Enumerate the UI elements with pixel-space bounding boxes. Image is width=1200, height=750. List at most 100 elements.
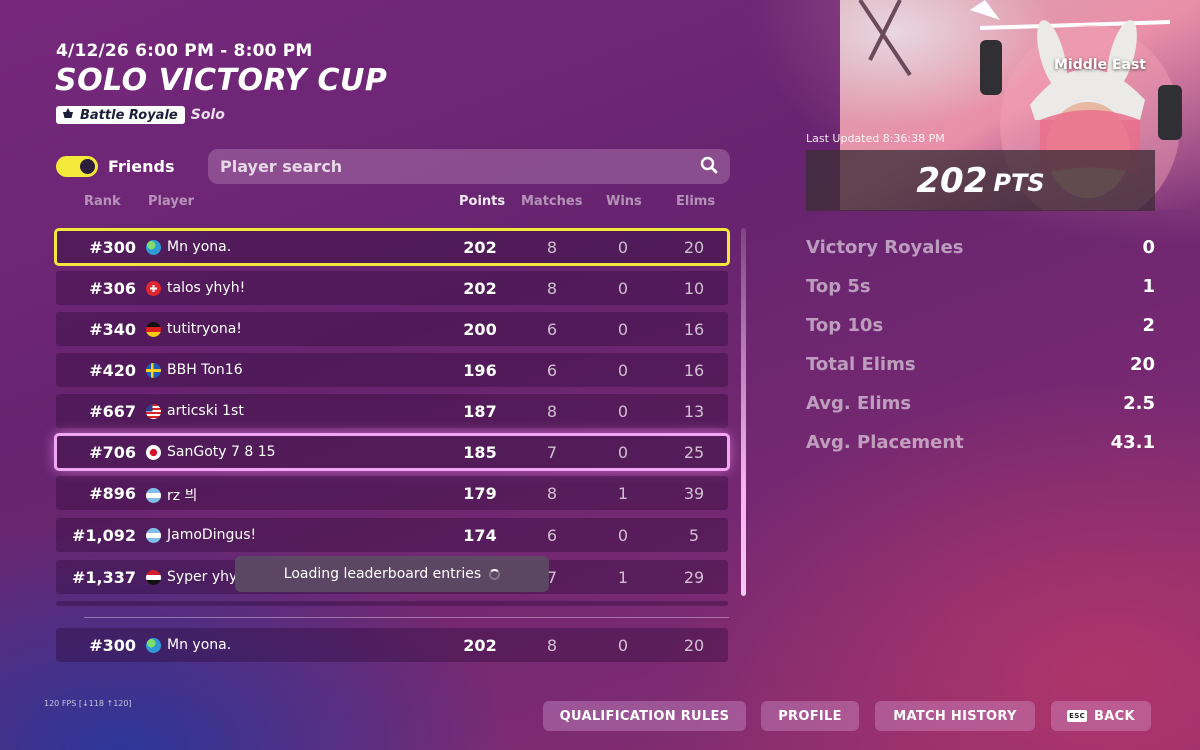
leaderboard-row[interactable]: #306 talos yhyh! 202 8 0 10	[56, 271, 728, 305]
row-points: 202	[463, 279, 497, 298]
egypt-flag-icon	[146, 569, 161, 585]
row-points: 187	[463, 402, 497, 421]
row-elims: 39	[683, 484, 705, 503]
row-matches: 8	[546, 402, 558, 421]
row-player: JamoDingus!	[146, 527, 256, 543]
sweden-flag-icon	[146, 362, 161, 378]
row-points: 202	[463, 636, 497, 655]
row-player: tutitryona!	[146, 321, 242, 337]
back-button-label: BACK	[1094, 708, 1135, 724]
stat-label: Top 10s	[806, 315, 884, 336]
row-player-name: rz 븨	[167, 488, 198, 504]
row-player-name: Mn yona.	[167, 637, 232, 653]
col-wins: Wins	[606, 194, 642, 209]
leaderboard-row[interactable]: #1,092 JamoDingus! 174 6 0 5	[56, 518, 728, 552]
stat-label: Victory Royales	[806, 237, 964, 258]
stat-label: Avg. Elims	[806, 393, 912, 414]
search-icon[interactable]	[700, 156, 718, 178]
stat-value: 2	[1142, 315, 1155, 336]
fps-counter: 120 FPS [↓118 ↑120]	[44, 699, 132, 708]
leaderboard-row[interactable]: #300 Mn yona. 202 8 0 20	[54, 228, 730, 266]
mode-badge-label: Battle Royale	[80, 107, 178, 123]
stat-value: 0	[1142, 237, 1155, 258]
row-rank: #306	[89, 279, 136, 298]
mode-sub-label: Solo	[190, 107, 225, 123]
row-rank: #706	[89, 443, 136, 462]
row-player: BBH Ton16	[146, 362, 243, 378]
row-rank: #1,337	[71, 568, 136, 587]
row-elims: 5	[688, 526, 700, 545]
stat-row: Avg. Elims 2.5	[806, 393, 1155, 432]
row-wins: 0	[617, 636, 629, 655]
col-points: Points	[459, 194, 506, 209]
stat-value: 1	[1142, 276, 1155, 297]
total-points-value: 202	[916, 160, 988, 201]
self-row[interactable]: #300 Mn yona. 202 8 0 20	[56, 628, 728, 662]
row-player-name: tutitryona!	[167, 321, 242, 337]
row-rank: #1,092	[71, 526, 136, 545]
row-wins: 0	[617, 279, 629, 298]
leaderboard-row[interactable]: #706 SanGoty 7 8 15 185 7 0 25	[54, 433, 730, 471]
row-points: 202	[463, 238, 497, 257]
row-wins: 0	[617, 443, 629, 462]
row-wins: 0	[617, 526, 629, 545]
event-date-time: 4/12/26 6:00 PM - 8:00 PM	[56, 41, 313, 61]
col-rank: Rank	[84, 194, 121, 209]
col-player: Player	[148, 194, 195, 209]
row-matches: 8	[546, 484, 558, 503]
row-points: 185	[463, 443, 497, 462]
row-rank: #340	[89, 320, 136, 339]
row-points: 200	[463, 320, 497, 339]
player-search-input[interactable]	[220, 157, 700, 176]
stat-value: 43.1	[1110, 432, 1155, 453]
row-player-name: talos yhyh!	[167, 280, 246, 296]
row-wins: 0	[617, 320, 629, 339]
spinner-icon	[489, 568, 501, 580]
qualification-rules-button[interactable]: QUALIFICATION RULES	[543, 701, 746, 731]
leaderboard-row[interactable]: #667 articski 1st 187 8 0 13	[56, 394, 728, 428]
row-points: 196	[463, 361, 497, 380]
row-elims: 10	[683, 279, 705, 298]
row-elims: 13	[683, 402, 705, 421]
row-elims: 16	[683, 361, 705, 380]
total-points-box: 202 PTS	[806, 150, 1155, 211]
row-player-name: BBH Ton16	[167, 362, 243, 378]
back-button[interactable]: ESC BACK	[1051, 701, 1151, 731]
row-player: articski 1st	[146, 403, 244, 419]
row-player-name: JamoDingus!	[167, 527, 257, 543]
leaderboard-column-headers: Rank Player Points Matches Wins Elims	[56, 194, 730, 210]
stat-label: Total Elims	[806, 354, 916, 375]
stat-value: 2.5	[1123, 393, 1155, 414]
stat-label: Top 5s	[806, 276, 871, 297]
leaderboard-row[interactable]: #340 tutitryona! 200 6 0 16	[56, 312, 728, 346]
row-player: SanGoty 7 8 15	[146, 444, 276, 460]
leaderboard-row[interactable]: #420 BBH Ton16 196 6 0 16	[56, 353, 728, 387]
row-matches: 8	[546, 636, 558, 655]
loading-text: Loading leaderboard entries	[283, 566, 482, 582]
row-rank: #420	[89, 361, 136, 380]
page-title: SOLO VICTORY CUP	[55, 63, 388, 98]
row-elims: 20	[683, 238, 705, 257]
row-rank: #667	[89, 402, 136, 421]
profile-button[interactable]: PROFILE	[761, 701, 859, 731]
row-player: Syper yhy	[146, 569, 237, 585]
row-elims: 16	[683, 320, 705, 339]
row-player: rz 븨	[146, 485, 197, 505]
row-wins: 0	[617, 402, 629, 421]
region-label: Middle East	[1054, 57, 1146, 73]
row-matches: 8	[546, 279, 558, 298]
leaderboard-row[interactable]: #896 rz 븨 179 8 1 39	[56, 476, 728, 510]
stat-row: Top 10s 2	[806, 315, 1155, 354]
friends-toggle[interactable]: Friends	[56, 156, 175, 177]
friends-toggle-switch[interactable]	[56, 156, 98, 177]
match-history-button[interactable]: MATCH HISTORY	[875, 701, 1035, 731]
stat-row: Total Elims 20	[806, 354, 1155, 393]
globe-flag-icon	[146, 239, 161, 255]
row-elims: 25	[683, 443, 705, 462]
esc-key-icon: ESC	[1067, 710, 1088, 722]
player-search[interactable]	[208, 149, 730, 184]
row-matches: 6	[546, 361, 558, 380]
stat-row: Victory Royales 0	[806, 237, 1155, 276]
last-updated: Last Updated 8:36:38 PM	[806, 132, 945, 145]
leaderboard-scrollbar[interactable]	[741, 228, 746, 596]
